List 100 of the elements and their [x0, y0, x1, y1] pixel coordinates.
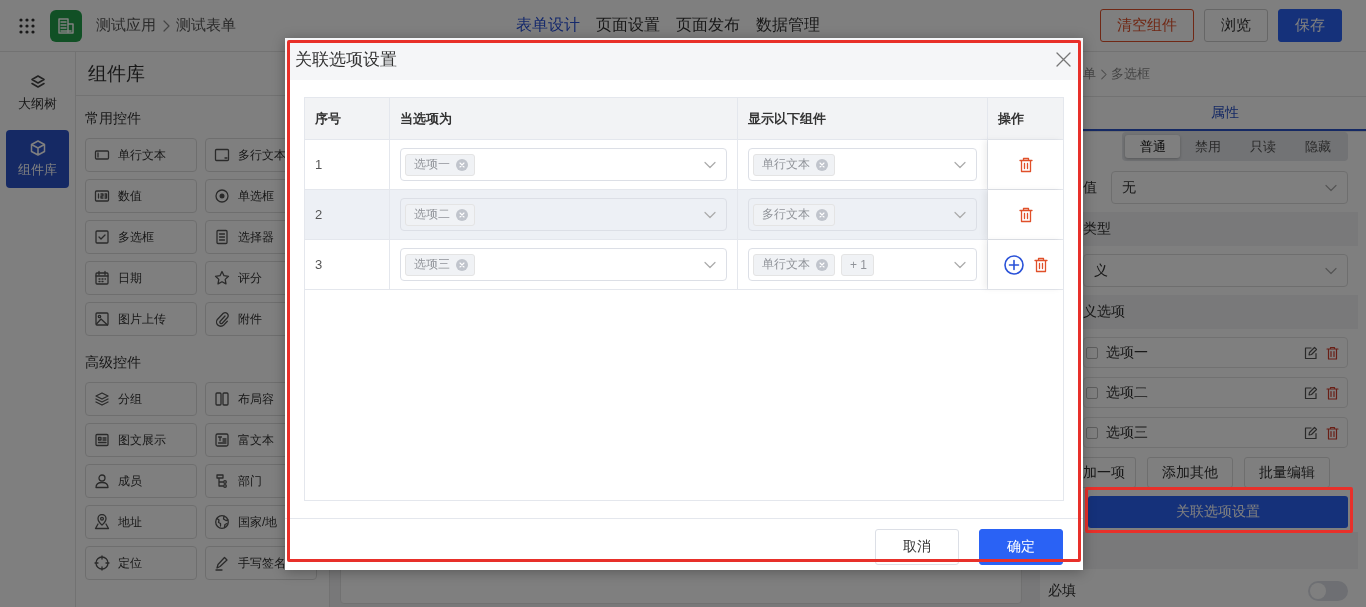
app-logo[interactable]: [50, 9, 82, 42]
nav-tab[interactable]: 表单设计: [516, 15, 580, 36]
rail-label: 大纲树: [18, 95, 57, 113]
chevron-down-icon: [954, 260, 966, 269]
sheet-icon: [56, 15, 76, 36]
star-icon: [214, 270, 230, 286]
component-item[interactable]: 单行文本: [85, 138, 197, 172]
trash-icon[interactable]: [1326, 425, 1339, 440]
checkbox[interactable]: [1086, 386, 1098, 399]
table-cell: 1: [305, 140, 390, 189]
select-field[interactable]: 单行文本: [748, 148, 977, 181]
tree-icon: [214, 473, 230, 489]
component-item[interactable]: 数值: [85, 179, 197, 213]
component-item[interactable]: 日期: [85, 261, 197, 295]
nav-tab[interactable]: 页面发布: [676, 15, 740, 36]
component-item[interactable]: 图片上传: [85, 302, 197, 336]
option-button[interactable]: 添加其他: [1147, 457, 1233, 488]
chevron-down-icon: [954, 210, 966, 219]
component-item[interactable]: 定位: [85, 546, 197, 580]
select-field[interactable]: 选项一: [400, 148, 727, 181]
edit-icon[interactable]: [1304, 385, 1318, 400]
chevron-down-icon: [1325, 183, 1337, 192]
option-label: 选项一: [1106, 343, 1149, 362]
select-field[interactable]: 无: [1111, 171, 1348, 204]
rail-item[interactable]: 组件库: [6, 130, 69, 188]
clear-icon[interactable]: [456, 258, 468, 271]
edit-icon[interactable]: [1304, 345, 1318, 360]
calendar-icon: [94, 270, 110, 286]
column-header: 显示以下组件: [738, 98, 988, 139]
preview-button[interactable]: 浏览: [1204, 9, 1268, 42]
option-button[interactable]: 批量编辑: [1244, 457, 1330, 488]
link-options-button[interactable]: 关联选项设置: [1088, 496, 1348, 528]
field-label: 必填: [1048, 582, 1076, 600]
breadcrumb-link[interactable]: 测试应用: [96, 16, 156, 35]
chevron-down-icon: [704, 160, 716, 169]
edit-icon[interactable]: [1304, 425, 1318, 440]
app-grid-icon[interactable]: [18, 16, 36, 35]
chevron-down-icon: [1325, 266, 1337, 275]
table-cell: 3: [305, 240, 390, 289]
select-field[interactable]: 义: [1083, 254, 1348, 287]
option-label: 选项二: [1106, 383, 1149, 402]
pen-icon: [214, 555, 230, 571]
chevron-right-icon: [1100, 68, 1107, 80]
list-icon: [214, 229, 230, 245]
group-title: 高级控件: [85, 354, 141, 372]
component-item[interactable]: 图文展示: [85, 423, 197, 457]
trash-icon[interactable]: [1018, 206, 1033, 223]
chevron-down-icon: [704, 210, 716, 219]
option-label: 选项三: [1106, 423, 1149, 442]
select-field[interactable]: 选项三: [400, 248, 727, 281]
tag: 单行文本: [753, 253, 835, 276]
trash-icon[interactable]: [1018, 156, 1033, 173]
trash-icon[interactable]: [1326, 345, 1339, 360]
column-header: 当选项为: [390, 98, 738, 139]
person-icon: [94, 473, 110, 489]
mode-option[interactable]: 只读: [1235, 135, 1290, 158]
image-icon: [94, 311, 110, 327]
clear-icon[interactable]: [816, 158, 828, 171]
clear-icon[interactable]: [816, 208, 828, 221]
clear-icon[interactable]: [456, 158, 468, 171]
cube-icon: [28, 139, 47, 157]
nav-tab[interactable]: 数据管理: [756, 15, 820, 36]
radio-icon: [214, 188, 230, 204]
close-icon[interactable]: [1056, 51, 1071, 67]
layers-icon: [28, 73, 47, 91]
option-button[interactable]: 加一项: [1083, 457, 1136, 488]
component-item[interactable]: 多选框: [85, 220, 197, 254]
trash-icon[interactable]: [1033, 256, 1048, 273]
clear-icon[interactable]: [816, 258, 828, 271]
textarea-icon: [214, 147, 230, 163]
count-tag: + 1: [841, 253, 874, 276]
mode-option[interactable]: 禁用: [1180, 135, 1235, 158]
nav-tab[interactable]: 页面设置: [596, 15, 660, 36]
tag: 选项一: [405, 153, 475, 176]
rail-label: 组件库: [18, 161, 57, 179]
checkbox[interactable]: [1086, 426, 1098, 439]
select-field[interactable]: 选项二: [400, 198, 727, 231]
checkbox[interactable]: [1086, 346, 1098, 359]
rail-item[interactable]: 大纲树: [6, 64, 69, 122]
clear-button[interactable]: 清空组件: [1100, 9, 1194, 42]
select-field[interactable]: 单行文本 + 1: [748, 248, 977, 281]
breadcrumb-link[interactable]: 测试表单: [176, 16, 236, 35]
mode-option[interactable]: 隐藏: [1290, 135, 1345, 158]
save-button[interactable]: 保存: [1278, 9, 1342, 42]
field-label: 值: [1083, 178, 1097, 197]
group-title: 常用控件: [85, 110, 141, 128]
clear-icon[interactable]: [456, 208, 468, 221]
chevron-down-icon: [704, 260, 716, 269]
card-icon: [94, 432, 110, 448]
component-item[interactable]: 地址: [85, 505, 197, 539]
map-pin-icon: [94, 514, 110, 530]
globe-icon: [214, 514, 230, 530]
select-field[interactable]: 多行文本: [748, 198, 977, 231]
component-item[interactable]: 成员: [85, 464, 197, 498]
mode-option[interactable]: 普通: [1125, 135, 1180, 158]
component-item[interactable]: 分组: [85, 382, 197, 416]
crosshair-icon: [94, 555, 110, 571]
layers-icon: [94, 391, 110, 407]
trash-icon[interactable]: [1326, 385, 1339, 400]
add-circle-icon[interactable]: [1003, 254, 1024, 275]
